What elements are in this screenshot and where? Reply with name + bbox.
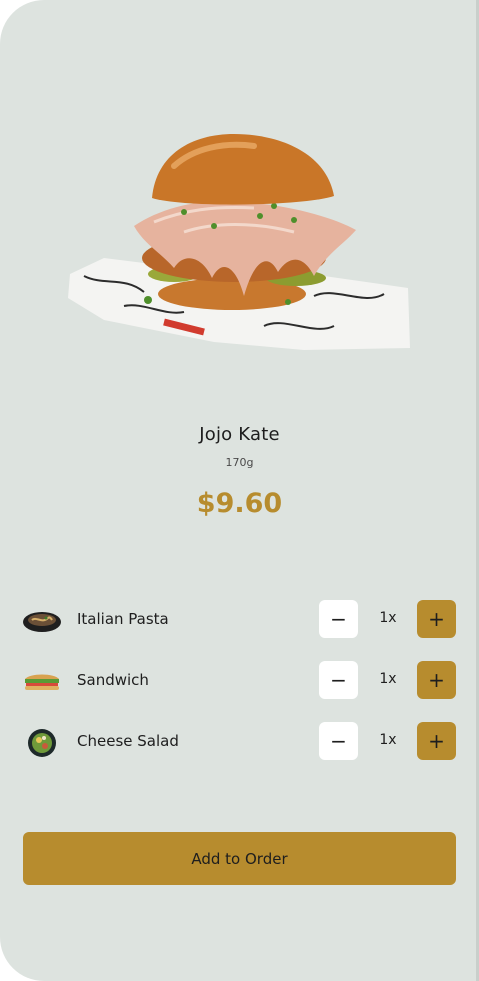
plus-icon: +	[428, 668, 445, 692]
addon-row-sandwich: Sandwich − 1x +	[0, 661, 479, 701]
minus-icon: −	[330, 668, 347, 692]
sandwich-icon	[22, 665, 62, 697]
dish-price: $9.60	[196, 488, 283, 519]
decrease-quantity-button[interactable]: −	[319, 722, 358, 760]
burger-image	[64, 126, 414, 358]
addon-name: Cheese Salad	[77, 732, 179, 750]
dish-weight: 170g	[225, 456, 254, 469]
quantity-value: 1x	[379, 732, 397, 748]
addon-name: Sandwich	[77, 671, 149, 689]
addon-row-italian-pasta: Italian Pasta − 1x +	[0, 600, 479, 640]
add-to-order-button[interactable]: Add to Order	[23, 832, 456, 885]
dish-title: Jojo Kate	[199, 424, 280, 445]
decrease-quantity-button[interactable]: −	[319, 661, 358, 699]
addon-name: Italian Pasta	[77, 610, 169, 628]
increase-quantity-button[interactable]: +	[417, 661, 456, 699]
increase-quantity-button[interactable]: +	[417, 600, 456, 638]
quantity-value: 1x	[379, 610, 397, 626]
decrease-quantity-button[interactable]: −	[319, 600, 358, 638]
minus-icon: −	[330, 729, 347, 753]
salad-icon	[22, 726, 62, 758]
pasta-icon	[22, 604, 62, 636]
minus-icon: −	[330, 607, 347, 631]
plus-icon: +	[428, 729, 445, 753]
increase-quantity-button[interactable]: +	[417, 722, 456, 760]
quantity-value: 1x	[379, 671, 397, 687]
addon-row-cheese-salad: Cheese Salad − 1x +	[0, 722, 479, 762]
add-to-order-label: Add to Order	[191, 849, 288, 868]
product-detail-screen: Jojo Kate 170g $9.60 Italian Pasta − 1x …	[0, 0, 479, 981]
plus-icon: +	[428, 607, 445, 631]
